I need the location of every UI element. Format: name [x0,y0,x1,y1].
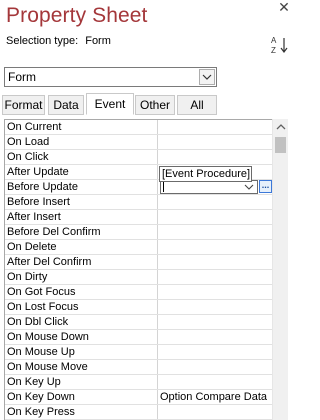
property-name: Before Insert [7,196,70,208]
property-name: On Mouse Move [7,361,88,373]
svg-text:Z: Z [271,46,276,55]
property-name: On Current [7,121,62,133]
property-value[interactable]: Option Compare Data [160,391,272,404]
object-selector-value: Form [8,70,36,84]
property-name: Before Update [7,181,78,193]
property-name: After Insert [7,211,61,223]
tab-format[interactable]: Format [2,95,45,115]
tab-all[interactable]: All [177,95,217,115]
property-name: On Lost Focus [7,301,79,313]
property-row-before-del-confirm[interactable]: Before Del Confirm [5,225,272,240]
property-row-on-dbl-click[interactable]: On Dbl Click [5,315,272,330]
selection-type-value: Form [85,35,111,47]
vertical-scrollbar[interactable] [272,119,288,420]
property-name: After Del Confirm [7,256,92,268]
property-name: On Dbl Click [7,316,69,328]
property-row-after-del-confirm[interactable]: After Del Confirm [5,255,272,270]
property-row-on-dirty[interactable]: On Dirty [5,270,272,285]
pane-title: Property Sheet [6,4,148,27]
property-row-on-click[interactable]: On Click [5,150,272,165]
property-name: On Key Up [7,376,61,388]
property-name: On Dirty [7,271,48,283]
builder-button[interactable]: ... [259,180,272,193]
property-row-after-insert[interactable]: After Insert [5,210,272,225]
event-value-editor[interactable] [160,180,258,194]
property-name: After Update [7,166,69,178]
property-row-on-key-up[interactable]: On Key Up [5,375,272,390]
tab-data[interactable]: Data [48,95,84,115]
text-caret [163,182,164,192]
sort-az-icon[interactable]: A Z [270,35,290,55]
selection-type-label: Selection type: [6,35,79,47]
property-row-on-key-down[interactable]: On Key Down Option Compare Data [5,390,272,405]
property-row-before-insert[interactable]: Before Insert [5,195,272,210]
scroll-up-icon[interactable] [273,119,289,135]
property-name: On Key Press [7,406,75,418]
tab-other[interactable]: Other [135,95,175,115]
property-name: On Load [7,136,50,148]
property-row-before-update[interactable]: Before Update ... [5,180,272,195]
property-name: On Delete [7,241,57,253]
property-row-on-current[interactable]: On Current [5,120,272,135]
property-row-on-lost-focus[interactable]: On Lost Focus [5,300,272,315]
property-name: On Key Down [7,391,75,403]
property-row-on-delete[interactable]: On Delete [5,240,272,255]
property-name: On Click [7,151,49,163]
property-name: On Mouse Up [7,346,75,358]
property-row-on-mouse-down[interactable]: On Mouse Down [5,330,272,345]
property-row-on-got-focus[interactable]: On Got Focus [5,285,272,300]
chevron-down-icon[interactable] [199,69,215,85]
event-options-dropdown: [Event Procedure] [159,166,252,182]
property-name: On Got Focus [7,286,76,298]
property-row-on-load[interactable]: On Load [5,135,272,150]
tab-event[interactable]: Event [86,93,134,115]
property-row-on-key-press[interactable]: On Key Press [5,405,272,420]
dropdown-option-event-procedure[interactable]: [Event Procedure] [162,168,250,181]
property-row-on-mouse-move[interactable]: On Mouse Move [5,360,272,375]
close-icon[interactable]: ✕ [277,0,291,14]
property-grid: On Current On Load On Click After Update… [4,119,272,420]
property-row-on-mouse-up[interactable]: On Mouse Up [5,345,272,360]
property-name: Before Del Confirm [7,226,101,238]
selection-type: Selection type: Form [6,35,111,47]
scrollbar-thumb[interactable] [275,137,286,153]
svg-text:A: A [271,36,277,45]
property-tabs: Format Data Event Other All [2,93,294,115]
object-selector[interactable]: Form [4,67,217,87]
property-sheet-pane: Property Sheet ✕ Selection type: Form A … [0,0,296,420]
chevron-down-icon[interactable] [242,181,256,193]
property-name: On Mouse Down [7,331,89,343]
